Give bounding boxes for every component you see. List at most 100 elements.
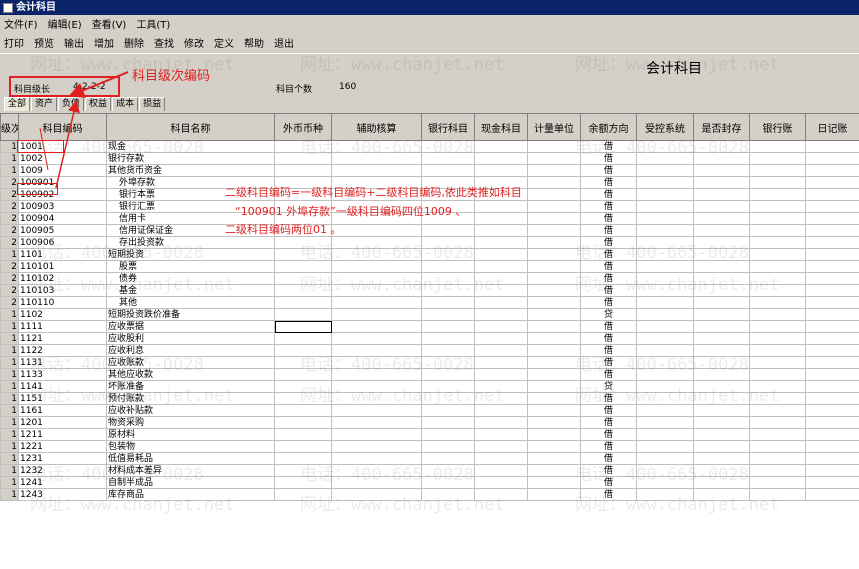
grid-cell[interactable]: [805, 248, 859, 261]
help-button[interactable]: 帮助: [244, 35, 264, 50]
table-row[interactable]: 1 1009 其他货币资金 借: [0, 164, 859, 177]
grid-cell[interactable]: [474, 248, 528, 261]
table-row[interactable]: 1 1151 预付账款 借: [0, 392, 859, 405]
grid-cell[interactable]: [693, 380, 750, 393]
grid-cell[interactable]: [749, 188, 806, 201]
grid-cell[interactable]: [527, 152, 581, 165]
table-row[interactable]: 1 1241 自制半成品 借: [0, 476, 859, 489]
col-header[interactable]: 银行账: [749, 113, 806, 141]
balance-direction-cell[interactable]: 借: [580, 260, 637, 273]
modify-button[interactable]: 修改: [184, 35, 204, 50]
name-cell[interactable]: 基金: [106, 284, 275, 297]
grid-cell[interactable]: [693, 296, 750, 309]
grid-cell[interactable]: [749, 284, 806, 297]
balance-direction-cell[interactable]: 借: [580, 464, 637, 477]
grid-cell[interactable]: [693, 416, 750, 429]
grid-cell[interactable]: [274, 236, 332, 249]
grid-cell[interactable]: [474, 428, 528, 441]
grid-cell[interactable]: [474, 212, 528, 225]
grid-cell[interactable]: [636, 260, 694, 273]
grid-cell[interactable]: [421, 464, 475, 477]
grid-cell[interactable]: [474, 200, 528, 213]
balance-direction-cell[interactable]: 借: [580, 344, 637, 357]
code-cell[interactable]: 1232: [18, 464, 107, 477]
grid-cell[interactable]: [474, 476, 528, 489]
level-cell[interactable]: 2: [0, 284, 19, 297]
grid-cell[interactable]: [636, 380, 694, 393]
grid-cell[interactable]: [527, 428, 581, 441]
grid-cell[interactable]: [474, 140, 528, 153]
table-row[interactable]: 1 1231 低值易耗品 借: [0, 452, 859, 465]
grid-cell[interactable]: [527, 476, 581, 489]
grid-cell[interactable]: [527, 344, 581, 357]
grid-cell[interactable]: [693, 476, 750, 489]
name-cell[interactable]: 应收账款: [106, 356, 275, 369]
col-header[interactable]: 辅助核算: [331, 113, 422, 141]
grid-cell[interactable]: [693, 164, 750, 177]
grid-cell[interactable]: [421, 356, 475, 369]
table-row[interactable]: 1 1001 现金 借: [0, 140, 859, 153]
name-cell[interactable]: 自制半成品: [106, 476, 275, 489]
grid-cell[interactable]: [636, 452, 694, 465]
grid-cell[interactable]: [749, 272, 806, 285]
code-cell[interactable]: 100904: [18, 212, 107, 225]
col-header[interactable]: 银行科目: [421, 113, 475, 141]
code-cell[interactable]: 110101: [18, 260, 107, 273]
grid-cell[interactable]: [274, 344, 332, 357]
grid-cell[interactable]: [331, 356, 422, 369]
code-cell[interactable]: 1122: [18, 344, 107, 357]
grid-cell[interactable]: [805, 176, 859, 189]
name-cell[interactable]: 预付账款: [106, 392, 275, 405]
table-row[interactable]: 2 110110 其他 借: [0, 296, 859, 309]
grid-cell[interactable]: [636, 488, 694, 501]
grid-cell[interactable]: [474, 164, 528, 177]
grid-cell[interactable]: [331, 488, 422, 501]
grid-cell[interactable]: [805, 224, 859, 237]
grid-cell[interactable]: [693, 260, 750, 273]
grid-cell[interactable]: [749, 308, 806, 321]
table-row[interactable]: 1 1232 材料成本差异 借: [0, 464, 859, 477]
col-header[interactable]: 级次: [0, 113, 19, 141]
grid-cell[interactable]: [636, 428, 694, 441]
grid-cell[interactable]: [636, 320, 694, 333]
accounts-grid[interactable]: 级次 科目编码 科目名称 外币币种 辅助核算 银行科目 现金科目 计量单位 余额…: [0, 113, 859, 569]
col-header[interactable]: 外币币种: [274, 113, 332, 141]
grid-cell[interactable]: [527, 176, 581, 189]
balance-direction-cell[interactable]: 借: [580, 140, 637, 153]
grid-cell[interactable]: [693, 152, 750, 165]
grid-cell[interactable]: [693, 428, 750, 441]
name-cell[interactable]: 短期投资: [106, 248, 275, 261]
code-cell[interactable]: 1002: [18, 152, 107, 165]
col-header[interactable]: 受控系统: [636, 113, 694, 141]
grid-cell[interactable]: [274, 152, 332, 165]
grid-cell[interactable]: [805, 344, 859, 357]
grid-cell[interactable]: [805, 440, 859, 453]
grid-cell[interactable]: [749, 152, 806, 165]
code-cell[interactable]: 1161: [18, 404, 107, 417]
grid-cell[interactable]: [805, 392, 859, 405]
grid-cell[interactable]: [636, 248, 694, 261]
grid-cell[interactable]: [693, 200, 750, 213]
grid-cell[interactable]: [636, 368, 694, 381]
grid-cell[interactable]: [274, 284, 332, 297]
grid-cell[interactable]: [274, 428, 332, 441]
level-cell[interactable]: 1: [0, 344, 19, 357]
grid-cell[interactable]: [527, 464, 581, 477]
grid-cell[interactable]: [636, 344, 694, 357]
code-cell[interactable]: 100905: [18, 224, 107, 237]
tab-all[interactable]: 全部: [4, 97, 31, 111]
add-button[interactable]: 增加: [94, 35, 114, 50]
balance-direction-cell[interactable]: 借: [580, 212, 637, 225]
balance-direction-cell[interactable]: 借: [580, 224, 637, 237]
grid-cell[interactable]: [421, 248, 475, 261]
tab-equity[interactable]: 权益: [85, 97, 112, 111]
grid-cell[interactable]: [474, 236, 528, 249]
balance-direction-cell[interactable]: 借: [580, 476, 637, 489]
grid-cell[interactable]: [527, 284, 581, 297]
balance-direction-cell[interactable]: 借: [580, 176, 637, 189]
grid-cell[interactable]: [636, 140, 694, 153]
grid-cell[interactable]: [693, 140, 750, 153]
grid-cell[interactable]: [331, 344, 422, 357]
grid-cell[interactable]: [331, 440, 422, 453]
grid-cell[interactable]: [805, 416, 859, 429]
